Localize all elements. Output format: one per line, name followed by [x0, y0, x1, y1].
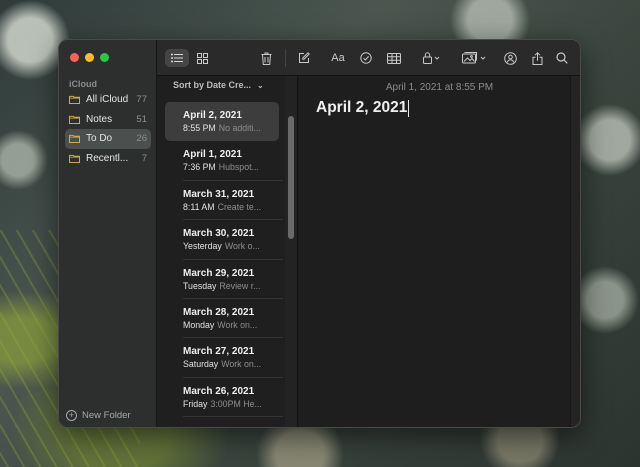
media-button[interactable]	[461, 49, 489, 67]
folder-icon	[69, 135, 80, 144]
note-preview: 3:00PM He...	[210, 398, 262, 409]
list-view-icon	[171, 53, 183, 63]
toolbar-divider	[285, 49, 286, 67]
note-list: April 2, 2021 8:55 PM No additi... April …	[165, 102, 283, 418]
note-time: 7:36 PM	[183, 162, 216, 173]
search-icon	[556, 52, 568, 64]
lock-button[interactable]	[421, 49, 443, 67]
search-button[interactable]	[553, 49, 571, 67]
note-title: March 26, 2021	[183, 385, 255, 397]
format-text-icon: Aa	[331, 52, 345, 64]
table-button[interactable]	[384, 49, 404, 67]
checklist-icon	[360, 52, 372, 64]
chevron-down-icon: ⌄	[257, 80, 264, 90]
toolbar: Aa	[157, 40, 580, 76]
sidebar-item-to-do[interactable]: To Do 26	[65, 129, 151, 149]
sidebar-section-icloud: iCloud	[69, 79, 97, 89]
compose-icon	[299, 52, 310, 63]
sidebar-item-count: 26	[136, 133, 147, 145]
note-preview: Review r...	[219, 280, 261, 291]
sidebar-item-count: 77	[136, 94, 147, 106]
note-time: Saturday	[183, 359, 219, 370]
trash-icon	[261, 52, 271, 65]
share-icon	[532, 51, 542, 65]
note-title: April 2, 2021	[183, 110, 242, 121]
note-title: March 31, 2021	[183, 188, 255, 200]
note-title: March 29, 2021	[183, 267, 255, 279]
note-time: 8:11 AM	[183, 201, 215, 212]
delete-button[interactable]	[257, 49, 275, 67]
window-controls	[70, 53, 109, 62]
sidebar-item-count: 51	[136, 113, 147, 125]
note-preview: Work o...	[224, 241, 260, 252]
format-button[interactable]: Aa	[327, 49, 349, 67]
plus-circle-icon: +	[66, 410, 77, 421]
sidebar-item-label: To Do	[86, 133, 113, 145]
note-preview: Work on...	[217, 319, 258, 330]
sidebar-item-label: Notes	[86, 113, 113, 125]
note-list-item[interactable]: March 30, 2021 Yesterday Work o...	[165, 220, 283, 260]
note-heading-text: April 2, 2021	[316, 99, 408, 116]
note-preview: No additi...	[218, 123, 261, 133]
sidebar: iCloud All iCloud 77 Notes 51 To Do 26 R…	[59, 40, 157, 427]
note-list-item[interactable]: March 29, 2021 Tuesday Review r...	[165, 260, 283, 299]
folder-icon	[69, 115, 80, 124]
new-folder-button[interactable]: + New Folder	[66, 410, 131, 421]
table-icon	[387, 52, 401, 64]
note-title: March 27, 2021	[183, 346, 255, 358]
folder-icon	[69, 96, 80, 105]
note-title: April 1, 2021	[183, 149, 242, 161]
share-button[interactable]	[528, 49, 546, 67]
note-list-item[interactable]: March 26, 2021 Friday 3:00PM He...	[165, 378, 283, 418]
list-view-button[interactable]	[165, 49, 189, 67]
sidebar-item-recently-deleted[interactable]: Recentl... 7	[65, 149, 151, 169]
note-preview: Work on...	[221, 359, 262, 370]
sidebar-item-count: 7	[141, 152, 147, 164]
note-time: Monday	[183, 319, 215, 330]
note-date-line: April 1, 2021 at 8:55 PM	[385, 82, 494, 93]
close-button[interactable]	[70, 53, 79, 62]
zoom-button[interactable]	[100, 53, 109, 62]
sidebar-item-label: All iCloud	[86, 94, 129, 106]
note-time: Tuesday	[183, 280, 217, 291]
folder-icon	[69, 154, 80, 163]
new-note-button[interactable]	[295, 49, 313, 67]
new-folder-label: New Folder	[82, 410, 131, 421]
note-time: 8:55 PM	[183, 123, 216, 133]
lock-icon	[423, 52, 440, 64]
note-divider	[183, 416, 283, 418]
collaborate-icon	[503, 51, 517, 65]
sort-label: Sort by Date Cre...	[173, 80, 252, 90]
gallery-view-icon	[196, 52, 208, 64]
collaborate-button[interactable]	[501, 49, 519, 67]
note-preview: Hubspot...	[218, 162, 259, 173]
note-title: March 28, 2021	[183, 306, 255, 318]
note-list-item[interactable]: March 31, 2021 8:11 AM Create te...	[165, 181, 283, 221]
note-list-item[interactable]: April 1, 2021 7:36 PM Hubspot...	[165, 141, 283, 181]
editor-scrollbar[interactable]	[570, 76, 580, 427]
note-body-title[interactable]: April 2, 2021	[316, 99, 410, 117]
scrollbar-thumb[interactable]	[288, 116, 294, 239]
checklist-button[interactable]	[357, 49, 375, 67]
note-preview: Create te...	[217, 201, 262, 212]
note-time: Yesterday	[183, 241, 222, 252]
note-list-scrollbar[interactable]	[285, 76, 297, 427]
note-list-panel: Sort by Date Cre... ⌄ April 2, 2021 8:55…	[157, 76, 298, 427]
folder-list: All iCloud 77 Notes 51 To Do 26 Recentl.…	[65, 90, 151, 168]
sidebar-item-notes[interactable]: Notes 51	[65, 110, 151, 130]
note-list-item[interactable]: April 2, 2021 8:55 PM No additi...	[165, 102, 279, 142]
sort-dropdown[interactable]: Sort by Date Cre... ⌄	[173, 80, 264, 90]
note-editor[interactable]: April 1, 2021 at 8:55 PM April 2, 2021	[299, 76, 580, 427]
gallery-view-button[interactable]	[193, 49, 211, 67]
note-list-item[interactable]: March 28, 2021 Monday Work on...	[165, 299, 283, 339]
text-caret	[408, 99, 410, 117]
note-list-item[interactable]: March 27, 2021 Saturday Work on...	[165, 338, 283, 378]
sidebar-item-label: Recentl...	[86, 152, 129, 164]
media-icon	[462, 52, 486, 64]
sidebar-item-all-icloud[interactable]: All iCloud 77	[65, 90, 151, 110]
note-title: March 30, 2021	[183, 228, 255, 240]
note-time: Friday	[183, 398, 208, 409]
notes-window: iCloud All iCloud 77 Notes 51 To Do 26 R…	[58, 39, 581, 428]
minimize-button[interactable]	[85, 53, 94, 62]
